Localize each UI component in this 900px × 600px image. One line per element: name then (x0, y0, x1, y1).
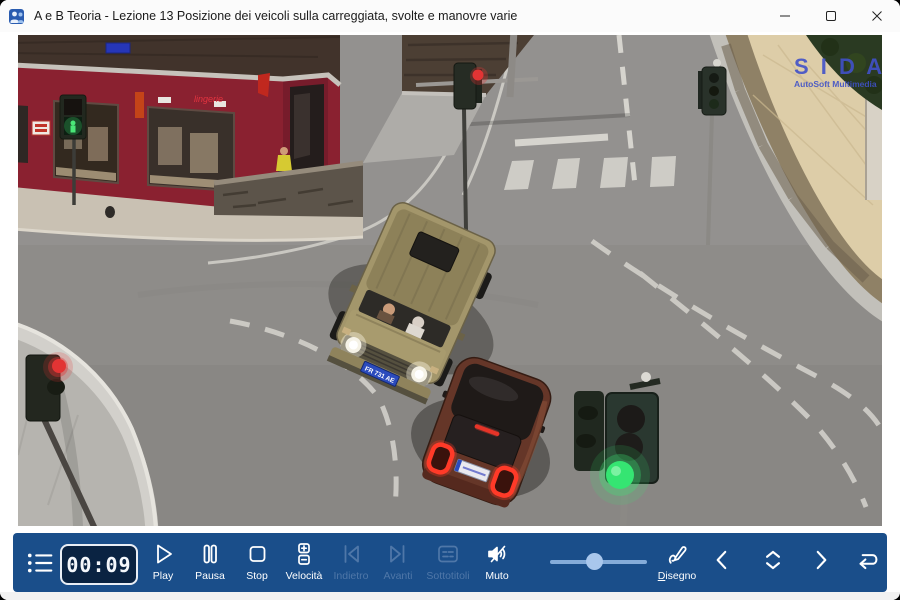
chevron-up-down-icon (758, 546, 788, 574)
mute-button[interactable]: Muto (467, 539, 527, 582)
chevron-right-icon (807, 546, 835, 574)
sida-logo-text: S I D A (794, 54, 882, 79)
return-button[interactable] (845, 545, 889, 575)
stop-icon (244, 541, 270, 567)
close-button[interactable] (854, 0, 900, 32)
app-icon (9, 8, 26, 25)
sida-logo: S I D A AutoSoft Multimedia (794, 54, 882, 89)
titlebar: A e B Teoria - Lezione 13 Posizione dei … (0, 0, 900, 32)
window-title: A e B Teoria - Lezione 13 Posizione dei … (34, 9, 517, 23)
player-toolbar: 00:09 Play Pausa Stop Velocità Indietro (13, 533, 887, 592)
street-pole (510, 35, 514, 97)
nav-left-button[interactable] (701, 545, 743, 575)
list-menu-icon (25, 549, 55, 577)
volume-slider-thumb[interactable] (586, 553, 603, 570)
menu-button[interactable] (18, 545, 62, 581)
subtitles-icon (435, 541, 461, 567)
skip-forward-icon (385, 541, 411, 567)
sida-logo-subtext: AutoSoft Multimedia (794, 79, 877, 89)
speed-plus-minus-icon (291, 541, 317, 567)
timer-value: 00:09 (66, 553, 131, 577)
window-bottom-edge (0, 592, 900, 600)
skip-back-icon (338, 541, 364, 567)
pen-draw-icon (664, 541, 691, 568)
pause-icon (197, 541, 223, 567)
street-bin (105, 206, 115, 218)
chevron-left-icon (708, 546, 736, 574)
app-window: A e B Teoria - Lezione 13 Posizione dei … (0, 0, 900, 600)
volume-slider[interactable] (550, 553, 647, 571)
timer-display: 00:09 (60, 544, 138, 585)
shop-building: lingerie (18, 35, 363, 217)
shop-flag (258, 73, 270, 97)
shop-banner (135, 92, 144, 118)
shop-neon-sign: lingerie (194, 94, 223, 104)
mute-icon (484, 541, 510, 567)
return-arrow-icon (852, 546, 882, 574)
roof-sign (106, 43, 130, 53)
nav-right-button[interactable] (800, 545, 842, 575)
wall-sign (32, 121, 50, 135)
maximize-button[interactable] (808, 0, 854, 32)
minimize-button[interactable] (762, 0, 808, 32)
shop-window-b (148, 107, 234, 191)
draw-button[interactable]: Disegno (647, 539, 707, 582)
video-player-view: S I D A AutoSoft Multimedia (18, 35, 882, 526)
play-icon (150, 541, 176, 567)
nav-updown-button[interactable] (751, 545, 795, 575)
intersection-scene: S I D A AutoSoft Multimedia (18, 35, 882, 526)
